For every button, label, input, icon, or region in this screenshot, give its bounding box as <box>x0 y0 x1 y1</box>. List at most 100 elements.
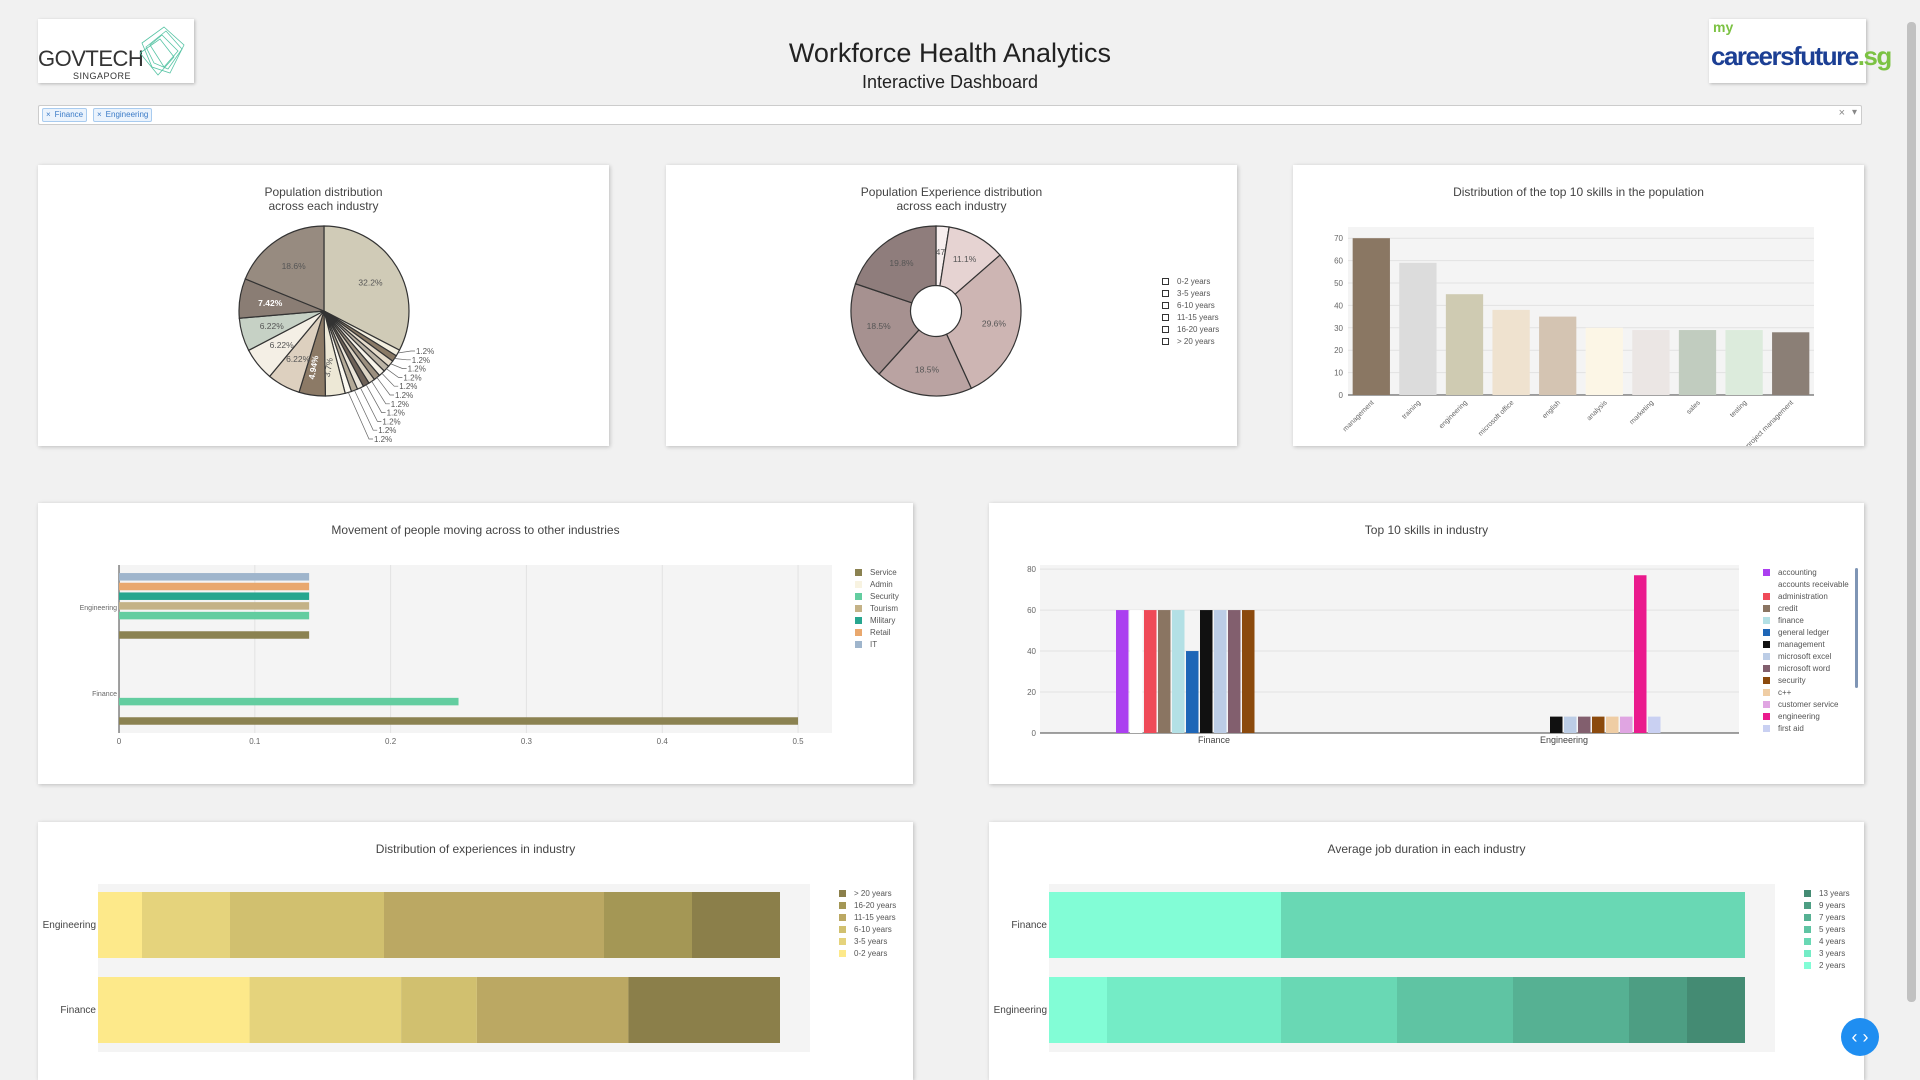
population-pie-chart[interactable]: 32.2%3.7%4.94%6.22%6.22%6.22%7.42%18.6%1… <box>38 165 609 446</box>
legend-scrollbar[interactable] <box>1855 568 1858 688</box>
legend-item-admin[interactable]: Admin <box>855 578 899 590</box>
legend-label: management <box>1778 639 1825 649</box>
legend-item-security[interactable]: Security <box>855 590 899 602</box>
experience-industry-chart[interactable]: Engineering Finance <box>38 822 913 1080</box>
bar-training <box>1399 262 1437 395</box>
bar-finance-accounts-receivable <box>1130 610 1143 733</box>
filter-chip-engineering: × Engineering <box>93 108 153 122</box>
legend-swatch <box>855 568 862 576</box>
legend-item-6-10-years[interactable]: 6-10 years <box>839 923 896 935</box>
scrollbar-thumb[interactable] <box>1907 22 1916 1002</box>
legend-item-0-2-years[interactable]: 0-2 years <box>1162 275 1219 287</box>
legend-item-it[interactable]: IT <box>855 638 899 650</box>
remove-engineering-icon[interactable]: × <box>97 110 102 119</box>
legend-item-5-years[interactable]: 5 years <box>1804 923 1850 935</box>
legend-label: 6-10 years <box>854 924 892 934</box>
x-tick-label: 0.1 <box>249 737 261 746</box>
bar-finance-service <box>119 717 799 725</box>
bar-engineering-security <box>1592 716 1605 733</box>
legend-item-general-ledger[interactable]: general ledger <box>1763 626 1849 638</box>
top-skills-industry-chart[interactable]: 0 20 40 60 80 Finance Engineering <box>989 503 1864 784</box>
legend-item-3-5-years[interactable]: 3-5 years <box>839 935 896 947</box>
legend-item-16-20-years[interactable]: 16-20 years <box>839 899 896 911</box>
callout-line <box>386 368 403 378</box>
callout-line <box>397 350 415 354</box>
bar-engineering-c <box>1606 716 1619 733</box>
legend-item-credit[interactable]: credit <box>1763 602 1849 614</box>
legend-swatch <box>1162 325 1169 333</box>
legend-item-3-years[interactable]: 3 years <box>1804 947 1850 959</box>
x-tick-label: 0.3 <box>521 737 533 746</box>
legend-swatch <box>1804 901 1811 909</box>
legend-item-military[interactable]: Military <box>855 614 899 626</box>
legend-item-first-aid[interactable]: first aid <box>1763 722 1849 734</box>
legend-item-accounting[interactable]: accounting <box>1763 566 1849 578</box>
code-toggle-button[interactable]: ‹ › <box>1841 1018 1879 1056</box>
page-scrollbar[interactable] <box>1902 0 1920 1080</box>
legend-item-4-years[interactable]: 4 years <box>1804 935 1850 947</box>
legend-item-c[interactable]: c++ <box>1763 686 1849 698</box>
slice-label: 29.6% <box>982 318 1007 328</box>
legend-item-microsoft-word[interactable]: microsoft word <box>1763 662 1849 674</box>
legend-item-20-years[interactable]: > 20 years <box>1162 335 1219 347</box>
industry-filter-select[interactable]: × Finance × Engineering × ▾ <box>38 105 1862 125</box>
legend-swatch <box>1763 664 1770 672</box>
bar-engineering-military <box>119 592 310 600</box>
bar-finance-finance <box>1172 610 1185 733</box>
slice-label: 1.2% <box>382 417 400 426</box>
legend-label: Admin <box>870 579 893 589</box>
legend-item-retail[interactable]: Retail <box>855 626 899 638</box>
legend-item-0-2-years[interactable]: 0-2 years <box>839 947 896 959</box>
remove-finance-icon[interactable]: × <box>46 110 51 119</box>
top-skills-industry-card: Top 10 skills in industry 0 20 40 60 80 Finan… <box>989 503 1864 784</box>
legend-item-management[interactable]: management <box>1763 638 1849 650</box>
legend-item-security[interactable]: security <box>1763 674 1849 686</box>
top-skills-population-chart[interactable]: 0 10 20 30 40 50 60 70 management training enginee… <box>1293 165 1864 446</box>
bar-engineering-3-5-years <box>142 892 230 958</box>
slice-label: 6.22% <box>260 321 285 331</box>
x-tick-label: engineering <box>1438 399 1469 430</box>
legend-item-microsoft-excel[interactable]: microsoft excel <box>1763 650 1849 662</box>
bar-engineering-6-10-years <box>230 892 384 958</box>
legend-item-6-10-years[interactable]: 6-10 years <box>1162 299 1219 311</box>
legend-label: Security <box>870 591 899 601</box>
legend-item-7-years[interactable]: 7 years <box>1804 911 1850 923</box>
legend-swatch <box>1162 277 1169 285</box>
dropdown-chevron-icon[interactable]: ▾ <box>1852 107 1857 118</box>
legend-swatch <box>855 640 862 648</box>
x-tick-label: sales <box>1685 399 1702 416</box>
legend-item-16-20-years[interactable]: 16-20 years <box>1162 323 1219 335</box>
y-tick-label: 60 <box>1334 257 1343 266</box>
legend-item-accounts-receivable[interactable]: accounts receivable <box>1763 578 1849 590</box>
legend-item-finance[interactable]: finance <box>1763 614 1849 626</box>
bar-engineering-13-years <box>1687 977 1745 1043</box>
bar-finance-management <box>1200 610 1213 733</box>
legend-label: customer service <box>1778 699 1839 709</box>
legend-item-engineering[interactable]: engineering <box>1763 710 1849 722</box>
legend-item-9-years[interactable]: 9 years <box>1804 899 1850 911</box>
experience-donut-chart[interactable]: 2.47%11.1%29.6%18.5%18.5%19.8% <box>666 165 1237 446</box>
legend-item-administration[interactable]: administration <box>1763 590 1849 602</box>
legend-swatch <box>1763 592 1770 600</box>
bar-marketing <box>1632 330 1670 395</box>
legend-item-3-5-years[interactable]: 3-5 years <box>1162 287 1219 299</box>
legend-item-service[interactable]: Service <box>855 566 899 578</box>
legend-item-11-15-years[interactable]: 11-15 years <box>1162 311 1219 323</box>
legend-item-11-15-years[interactable]: 11-15 years <box>839 911 896 923</box>
legend-label: 3 years <box>1819 948 1846 958</box>
job-duration-chart[interactable]: Finance Engineering <box>989 822 1864 1080</box>
bar-engineering-20-years <box>692 892 780 958</box>
slice-label: 1.2% <box>395 391 413 400</box>
bar-finance-3-5-years <box>249 977 402 1043</box>
legend-label: general ledger <box>1778 627 1830 637</box>
legend-item-2-years[interactable]: 2 years <box>1804 959 1850 971</box>
legend-item-tourism[interactable]: Tourism <box>855 602 899 614</box>
movement-chart[interactable]: 0 0.1 0.2 0.3 0.4 0.5 Finance Engineering <box>38 503 913 784</box>
y-tick-label: 20 <box>1027 688 1036 697</box>
legend-label: 13 years <box>1819 888 1850 898</box>
legend-item-20-years[interactable]: > 20 years <box>839 887 896 899</box>
legend-item-13-years[interactable]: 13 years <box>1804 887 1850 899</box>
legend-item-customer-service[interactable]: customer service <box>1763 698 1849 710</box>
clear-filter-icon[interactable]: × <box>1839 107 1845 119</box>
legend-swatch <box>1763 724 1770 732</box>
